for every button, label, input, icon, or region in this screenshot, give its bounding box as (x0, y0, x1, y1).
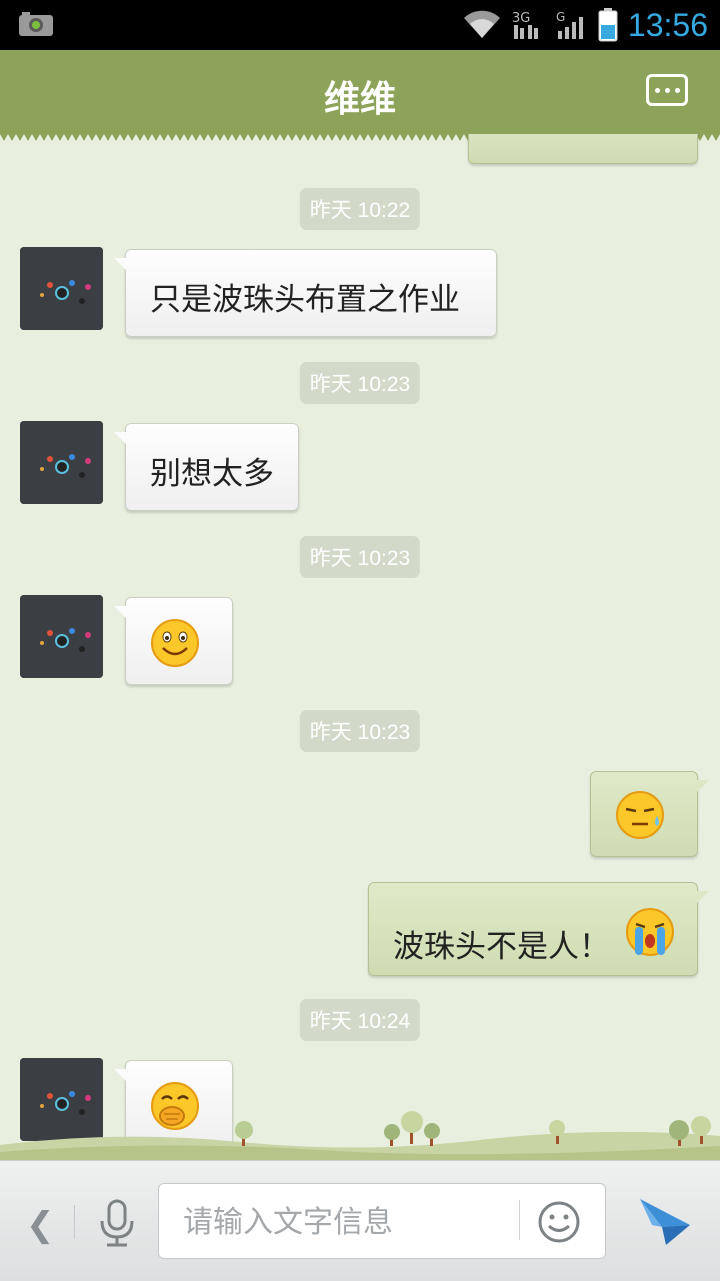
page-title: 维维 (323, 79, 396, 120)
divider (519, 1200, 520, 1240)
smile-emoji (151, 619, 199, 667)
signal-icon: G (556, 10, 583, 39)
wifi-icon (463, 10, 500, 39)
avatar-image (20, 595, 103, 678)
message-bubble-incoming[interactable]: 别想太多 (114, 423, 299, 511)
chevron-left-icon[interactable]: ❮ (26, 1205, 55, 1245)
message-timestamp: 昨天 10:23 (299, 362, 421, 404)
microphone-icon[interactable] (97, 1199, 137, 1247)
message-input[interactable] (181, 1198, 505, 1246)
avatar[interactable] (20, 247, 103, 330)
battery-icon (598, 8, 618, 42)
avatar-image (20, 421, 103, 504)
more-button[interactable] (646, 74, 688, 106)
message-text: 波珠头不是人！ (393, 929, 610, 965)
crying-emoji (626, 908, 674, 956)
message-bubble-outgoing[interactable] (468, 134, 709, 164)
network-3g-icon: 3G (512, 11, 538, 39)
message-text: 别想太多 (150, 456, 274, 492)
message-timestamp: 昨天 10:22 (299, 188, 421, 230)
message-timestamp: 昨天 10:23 (299, 710, 421, 752)
status-clock: 13:56 (627, 6, 708, 43)
camera-icon (19, 12, 53, 36)
svg-text:G: G (556, 10, 565, 24)
avatar[interactable] (20, 595, 103, 678)
input-bar: ❮ (0, 1160, 720, 1281)
divider (74, 1205, 75, 1239)
message-timestamp: 昨天 10:24 (299, 999, 421, 1041)
message-bubble-outgoing[interactable] (590, 771, 709, 857)
status-bar: 3G G 13:56 (0, 0, 720, 50)
sweat-emoji (616, 791, 664, 839)
chat-area[interactable]: 昨天 10:22 只是波珠头布置之作业 昨天 10:23 别想太多 昨天 10:… (0, 134, 720, 1160)
message-text: 只是波珠头布置之作业 (150, 282, 460, 318)
avatar-image (20, 247, 103, 330)
message-bubble-outgoing[interactable]: 波珠头不是人！ (368, 882, 709, 976)
svg-text:3G: 3G (512, 11, 530, 26)
message-input-box[interactable] (158, 1183, 606, 1259)
more-icon (654, 87, 660, 93)
message-bubble-incoming[interactable]: 只是波珠头布置之作业 (114, 249, 497, 337)
avatar[interactable] (20, 421, 103, 504)
smiley-icon[interactable] (537, 1200, 581, 1244)
message-bubble-incoming[interactable] (114, 597, 233, 685)
send-icon[interactable] (638, 1195, 692, 1247)
chat-header: 维维 (0, 50, 720, 141)
message-timestamp: 昨天 10:23 (299, 536, 421, 578)
landscape-decoration (0, 1111, 720, 1160)
